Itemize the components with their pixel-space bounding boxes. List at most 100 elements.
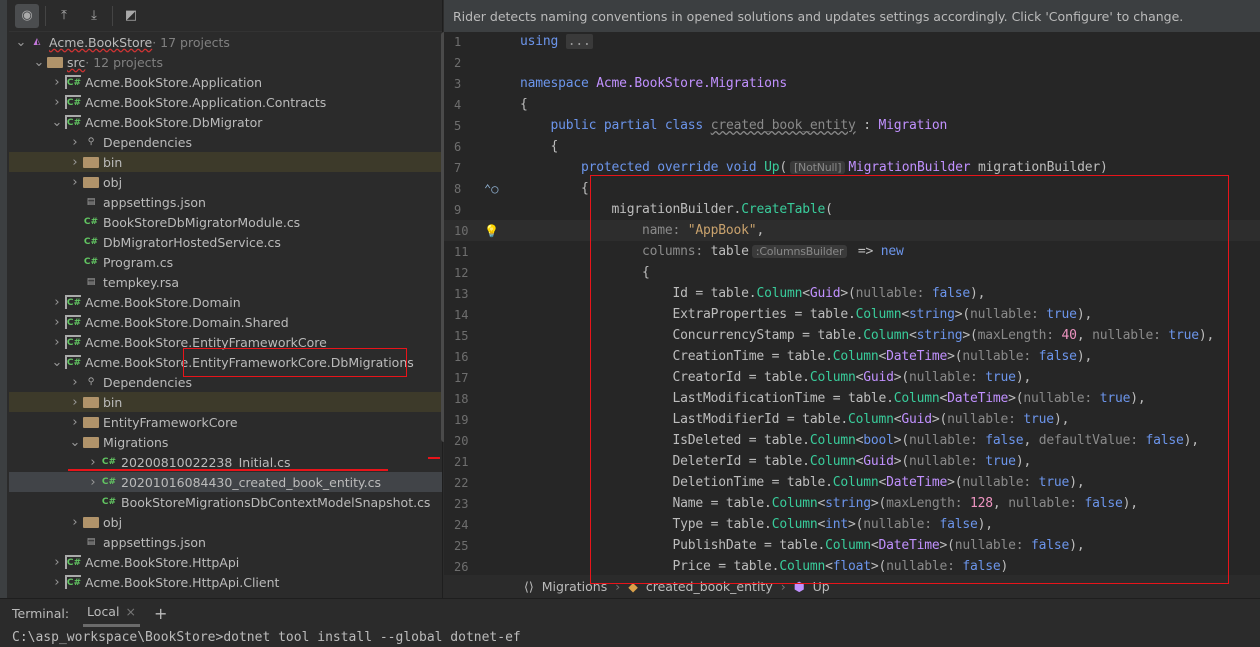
add-tab-button[interactable]: + <box>154 604 167 623</box>
tree-item-label: Dependencies <box>103 134 192 150</box>
chevron-down-icon[interactable]: ⌄ <box>67 435 83 450</box>
tree-item[interactable]: › C# Acme.BookStore.HttpApi <box>9 552 442 572</box>
line-number: 15 <box>454 328 469 343</box>
tree-item[interactable]: › obj <box>9 172 442 192</box>
chevron-right-icon[interactable]: › <box>67 175 83 190</box>
tree-item[interactable]: ⌄ ◭ Acme.BookStore · 17 projects <box>9 32 442 52</box>
chevron-right-icon[interactable]: › <box>49 335 65 350</box>
tree-item[interactable]: ▤ appsettings.json <box>9 532 442 552</box>
chevron-right-icon[interactable]: › <box>67 155 83 170</box>
line-number: 1 <box>454 34 462 49</box>
proj-icon: C# <box>65 315 81 329</box>
tree-item-label: EntityFrameworkCore <box>103 414 238 430</box>
tree-item[interactable]: ⌄ Migrations <box>9 432 442 452</box>
chevron-right-icon[interactable]: › <box>67 375 83 390</box>
tree-item[interactable]: ⌄ src · 12 projects <box>9 52 442 72</box>
tree-item[interactable]: › obj <box>9 512 442 532</box>
line-number: 5 <box>454 118 462 133</box>
lightbulb-icon[interactable]: 💡 <box>484 224 520 238</box>
proj-icon: C# <box>65 335 81 349</box>
tree-item-label: Program.cs <box>103 254 174 270</box>
chevron-right-icon[interactable]: › <box>49 295 65 310</box>
tree-item[interactable]: › C# Acme.BookStore.Application <box>9 72 442 92</box>
tree-item[interactable]: C# DbMigratorHostedService.cs <box>9 232 442 252</box>
terminal-output[interactable]: C:\asp_workspace\BookStore>dotnet tool i… <box>0 627 1260 645</box>
tree-item[interactable]: C# BookStoreDbMigratorModule.cs <box>9 212 442 232</box>
code-token: ... <box>565 34 593 49</box>
code-token: public partial class <box>550 118 711 133</box>
naming-banner[interactable]: Rider detects naming conventions in open… <box>444 0 1260 32</box>
tab-local-label: Local <box>87 604 120 619</box>
tree-item[interactable]: ⌄ C# Acme.BookStore.DbMigrator <box>9 112 442 132</box>
tree-item[interactable]: › C# Acme.BookStore.Domain.Shared <box>9 312 442 332</box>
code-token: { <box>520 97 528 112</box>
cs-icon: C# <box>83 217 99 227</box>
dep-icon: ⚲ <box>87 137 95 147</box>
chevron-right-icon[interactable]: › <box>67 415 83 430</box>
code-line[interactable]: 1 using ... <box>444 31 1260 52</box>
chevron-right-icon[interactable]: › <box>49 75 65 90</box>
chevron-right-icon[interactable]: › <box>67 135 83 150</box>
code-line[interactable]: 4{ <box>444 94 1260 115</box>
file-icon: ▤ <box>86 537 96 547</box>
chevron-right-icon[interactable]: › <box>67 395 83 410</box>
code-token: Migration <box>878 118 948 133</box>
chevron-right-icon[interactable]: › <box>49 575 65 590</box>
tree-item[interactable]: C# Program.cs <box>9 252 442 272</box>
code-text: using ... <box>520 34 593 49</box>
chevron-down-icon[interactable]: ⌄ <box>13 35 29 50</box>
show-files-icon[interactable]: ◉ <box>15 3 39 28</box>
cs-icon: C# <box>83 257 99 267</box>
code-token: ( <box>779 160 787 175</box>
collapse-all-icon[interactable]: ⤒ <box>52 4 76 28</box>
tree-item[interactable]: › C# Acme.BookStore.HttpApi.Client <box>9 572 442 592</box>
chevron-down-icon[interactable]: ⌄ <box>49 355 65 370</box>
tree-item[interactable]: › bin <box>9 152 442 172</box>
code-line[interactable]: 6 { <box>444 136 1260 157</box>
chevron-right-icon[interactable]: › <box>49 555 65 570</box>
chevron-right-icon[interactable]: › <box>67 515 83 530</box>
close-icon[interactable]: × <box>125 604 135 619</box>
chevron-right-icon[interactable]: › <box>85 455 101 470</box>
code-line[interactable]: 3 namespace Acme.BookStore.Migrations <box>444 73 1260 94</box>
tree-item[interactable]: › ⚲ Dependencies <box>9 132 442 152</box>
line-number: 4 <box>454 97 462 112</box>
annotation-underline <box>68 469 388 471</box>
tree-item-label: Acme.BookStore.Domain <box>85 294 241 310</box>
cs-icon: C# <box>101 477 117 487</box>
proj-icon: C# <box>65 115 81 129</box>
tree-item-label: appsettings.json <box>103 534 206 550</box>
chevron-right-icon[interactable]: › <box>49 95 65 110</box>
tree-item-label: Acme.BookStore.DbMigrator <box>85 114 263 130</box>
tree-item[interactable]: › C# Acme.BookStore.Application.Contracts <box>9 92 442 112</box>
tree-item[interactable]: › bin <box>9 392 442 412</box>
tree-item[interactable]: › C# Acme.BookStore.Domain <box>9 292 442 312</box>
code-line[interactable]: 5 public partial class created_book_enti… <box>444 115 1260 136</box>
expand-all-icon[interactable]: ⤓ <box>82 4 106 28</box>
tree-item[interactable]: C# BookStoreMigrationsDbContextModelSnaps… <box>9 492 442 512</box>
proj-icon: C# <box>65 95 81 109</box>
tree-item[interactable]: › EntityFrameworkCore <box>9 412 442 432</box>
terminal-label: Terminal: <box>12 605 70 621</box>
tree-item[interactable]: ▤ appsettings.json <box>9 192 442 212</box>
code-text: public partial class created_book_entity… <box>520 118 948 133</box>
tab-local[interactable]: Local × <box>83 599 140 627</box>
folder-icon <box>47 56 63 68</box>
code-line[interactable]: 2 <box>444 52 1260 73</box>
folder-icon <box>83 156 99 168</box>
tree-item-label: obj <box>103 514 123 530</box>
tree-item-label: Acme.BookStore.Domain.Shared <box>85 314 289 330</box>
chevron-right-icon[interactable]: › <box>49 315 65 330</box>
line-number: 10 <box>454 223 469 238</box>
tree-item[interactable]: ▤ tempkey.rsa <box>9 272 442 292</box>
chevron-down-icon[interactable]: ⌄ <box>31 55 47 70</box>
chevron-right-icon[interactable]: › <box>85 475 101 490</box>
tree-item-label: BookStoreMigrationsDbContextModelSnapsho… <box>121 494 431 510</box>
tree-item-count: · 17 projects <box>152 34 230 50</box>
override-icon[interactable]: ⌃○ <box>484 182 520 196</box>
code-token: migrationBuilder) <box>978 160 1108 175</box>
preview-icon[interactable]: ◩ <box>119 4 143 28</box>
chevron-down-icon[interactable]: ⌄ <box>49 115 65 130</box>
tree-item[interactable]: › C# 20201016084430_created_book_entity.cs <box>9 472 442 492</box>
